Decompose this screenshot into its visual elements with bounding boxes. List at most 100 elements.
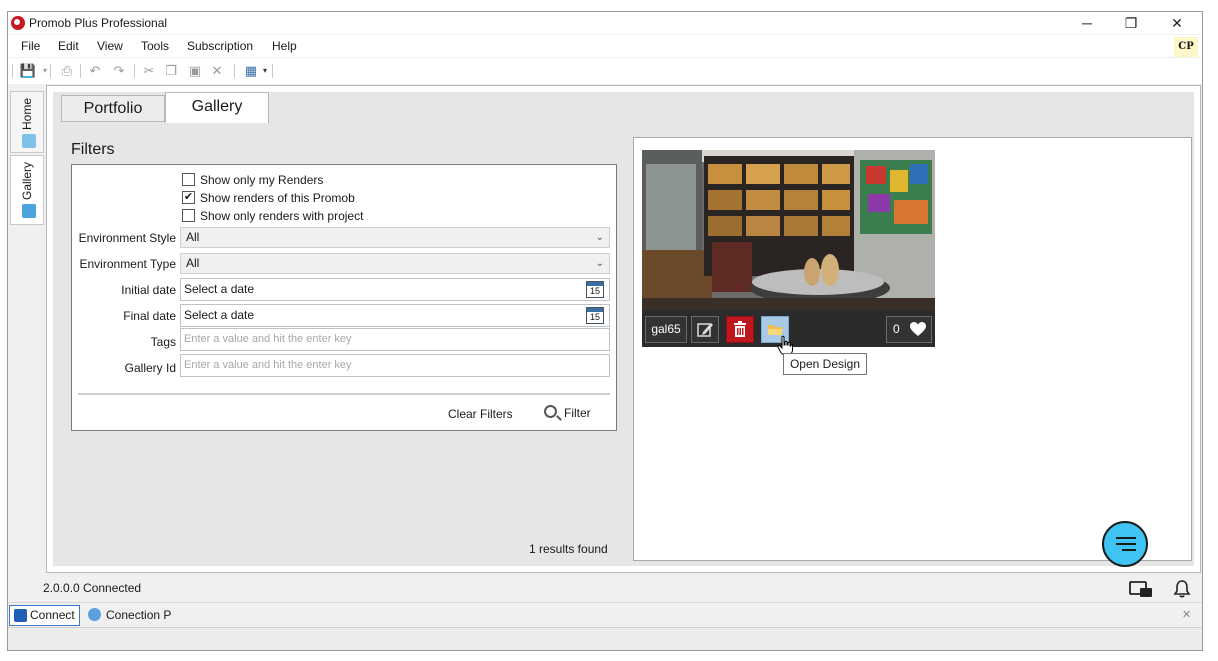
restore-button[interactable]: ❐	[1108, 12, 1154, 34]
menu-bar: File Edit View Tools Subscription Help C…	[8, 35, 1202, 57]
edit-icon	[697, 323, 713, 337]
filters-panel: Filters Show only my Renders ✔ Show rend…	[67, 133, 621, 565]
redo-icon[interactable]: ↷	[110, 62, 128, 80]
checkbox-with-project-label: Show only renders with project	[200, 209, 364, 223]
save-dropdown-icon[interactable]: ▾	[36, 62, 54, 80]
toolbar-separator	[272, 64, 273, 78]
delete-button[interactable]	[726, 316, 754, 343]
rss-icon	[14, 609, 27, 622]
connect-button[interactable]: Connect	[9, 605, 80, 626]
connection-item[interactable]: Conection P	[88, 608, 171, 622]
user-badge[interactable]: CP	[1174, 37, 1198, 57]
search-icon	[544, 405, 557, 418]
save-icon[interactable]: 💾	[19, 62, 37, 80]
checkbox-my-renders-label: Show only my Renders	[200, 173, 324, 187]
final-date-input[interactable]: Select a date 15	[180, 304, 610, 327]
render-card[interactable]: gal65 0	[642, 150, 935, 347]
toolbar-separator	[80, 64, 81, 78]
calendar-icon[interactable]: 15	[586, 281, 604, 298]
toolbar: 💾 ▾ ⎙ ↶ ↷ ✂ ❐ ▣ ✕ ▦ ▾	[8, 58, 1202, 84]
gallery-id-badge: gal65	[645, 316, 687, 343]
toolbar-separator	[134, 64, 135, 78]
cut-icon[interactable]: ✂	[140, 62, 158, 80]
tags-input[interactable]: Enter a value and hit the enter key	[180, 328, 610, 351]
final-date-label: Final date	[123, 309, 176, 323]
menu-file[interactable]: File	[21, 39, 40, 53]
minimize-button[interactable]: ─	[1064, 12, 1110, 34]
chevron-down-icon: ⌄	[595, 232, 604, 243]
chevron-down-icon: ⌄	[595, 258, 604, 269]
chat-icon	[1116, 537, 1136, 539]
toolbar-separator	[50, 64, 51, 78]
toolbar-grip	[12, 64, 13, 78]
filters-box: Show only my Renders ✔ Show renders of t…	[71, 164, 617, 431]
side-tab-gallery-label: Gallery	[20, 161, 34, 200]
main-content: Portfolio Gallery Filters Show only my R…	[46, 85, 1201, 573]
side-tab-gallery[interactable]: Gallery	[10, 155, 44, 225]
environment-type-select[interactable]: All ⌄	[180, 253, 610, 274]
promob-logo-icon	[11, 16, 25, 30]
calendar-icon[interactable]: 15	[586, 307, 604, 324]
clear-filters-button[interactable]: Clear Filters	[448, 407, 513, 421]
heart-icon	[910, 322, 926, 336]
close-panel-button[interactable]: ✕	[1182, 608, 1191, 621]
copy-icon[interactable]: ❐	[162, 62, 180, 80]
final-date-value: Select a date	[184, 308, 255, 322]
print-icon[interactable]: ⎙	[58, 62, 76, 80]
paste-icon[interactable]: ▣	[186, 62, 204, 80]
checkbox-this-promob-label: Show renders of this Promob	[200, 191, 355, 205]
globe-icon	[88, 608, 101, 621]
window-title: Promob Plus Professional	[29, 16, 168, 30]
menu-subscription[interactable]: Subscription	[187, 39, 253, 53]
chat-button[interactable]	[1102, 521, 1148, 567]
environment-type-value: All	[186, 256, 200, 270]
tab-gallery[interactable]: Gallery	[165, 92, 269, 123]
gallery-id-label: Gallery Id	[124, 361, 176, 375]
screens-icon[interactable]	[1128, 579, 1156, 599]
menu-edit[interactable]: Edit	[58, 39, 79, 53]
environment-style-select[interactable]: All ⌄	[180, 227, 610, 248]
bell-icon[interactable]	[1172, 579, 1192, 599]
environment-type-label: Environment Type	[79, 257, 177, 271]
bottom-panel	[8, 627, 1202, 650]
checkbox-with-project-box[interactable]	[182, 209, 195, 222]
status-bar: 2.0.0.0 Connected	[8, 576, 1202, 600]
toolbar-separator	[234, 64, 235, 78]
edit-button[interactable]	[691, 316, 719, 343]
initial-date-input[interactable]: Select a date 15	[180, 278, 610, 301]
app-window: Promob Plus Professional ─ ❐ ✕ File Edit…	[7, 11, 1203, 651]
chat-icon-line	[1122, 549, 1136, 551]
home-icon	[22, 134, 36, 148]
connection-bar: Connect Conection P ✕	[8, 602, 1202, 626]
menu-help[interactable]: Help	[272, 39, 297, 53]
results-count: 1 results found	[529, 542, 608, 556]
tab-portfolio[interactable]: Portfolio	[61, 95, 165, 122]
side-tab-home[interactable]: Home	[10, 91, 44, 153]
menu-tools[interactable]: Tools	[141, 39, 169, 53]
filter-button-label: Filter	[564, 406, 591, 420]
gallery-id-input[interactable]: Enter a value and hit the enter key	[180, 354, 610, 377]
delete-icon[interactable]: ✕	[208, 62, 226, 80]
gallery-panel: gal65 0 Open Design	[629, 133, 1192, 567]
close-button[interactable]: ✕	[1154, 12, 1200, 34]
render-image	[642, 150, 935, 310]
trash-icon	[734, 321, 746, 337]
checkbox-this-promob-box[interactable]: ✔	[182, 191, 195, 204]
title-bar: Promob Plus Professional ─ ❐ ✕	[8, 12, 1202, 34]
connect-label: Connect	[30, 608, 75, 622]
checkbox-my-renders-box[interactable]	[182, 173, 195, 186]
chat-icon-line	[1116, 543, 1136, 545]
like-count: 0	[893, 322, 900, 336]
initial-date-label: Initial date	[121, 283, 176, 297]
environment-style-value: All	[186, 230, 200, 244]
undo-icon[interactable]: ↶	[86, 62, 104, 80]
render-thumbnail[interactable]	[642, 150, 935, 310]
open-design-tooltip: Open Design	[783, 353, 867, 375]
menu-view[interactable]: View	[97, 39, 123, 53]
tags-label: Tags	[150, 335, 176, 349]
content-area: Portfolio Gallery Filters Show only my R…	[53, 92, 1194, 567]
initial-date-value: Select a date	[184, 282, 255, 296]
gallery-icon	[22, 204, 36, 218]
like-button[interactable]: 0	[886, 316, 932, 343]
version-status: 2.0.0.0 Connected	[43, 581, 142, 595]
